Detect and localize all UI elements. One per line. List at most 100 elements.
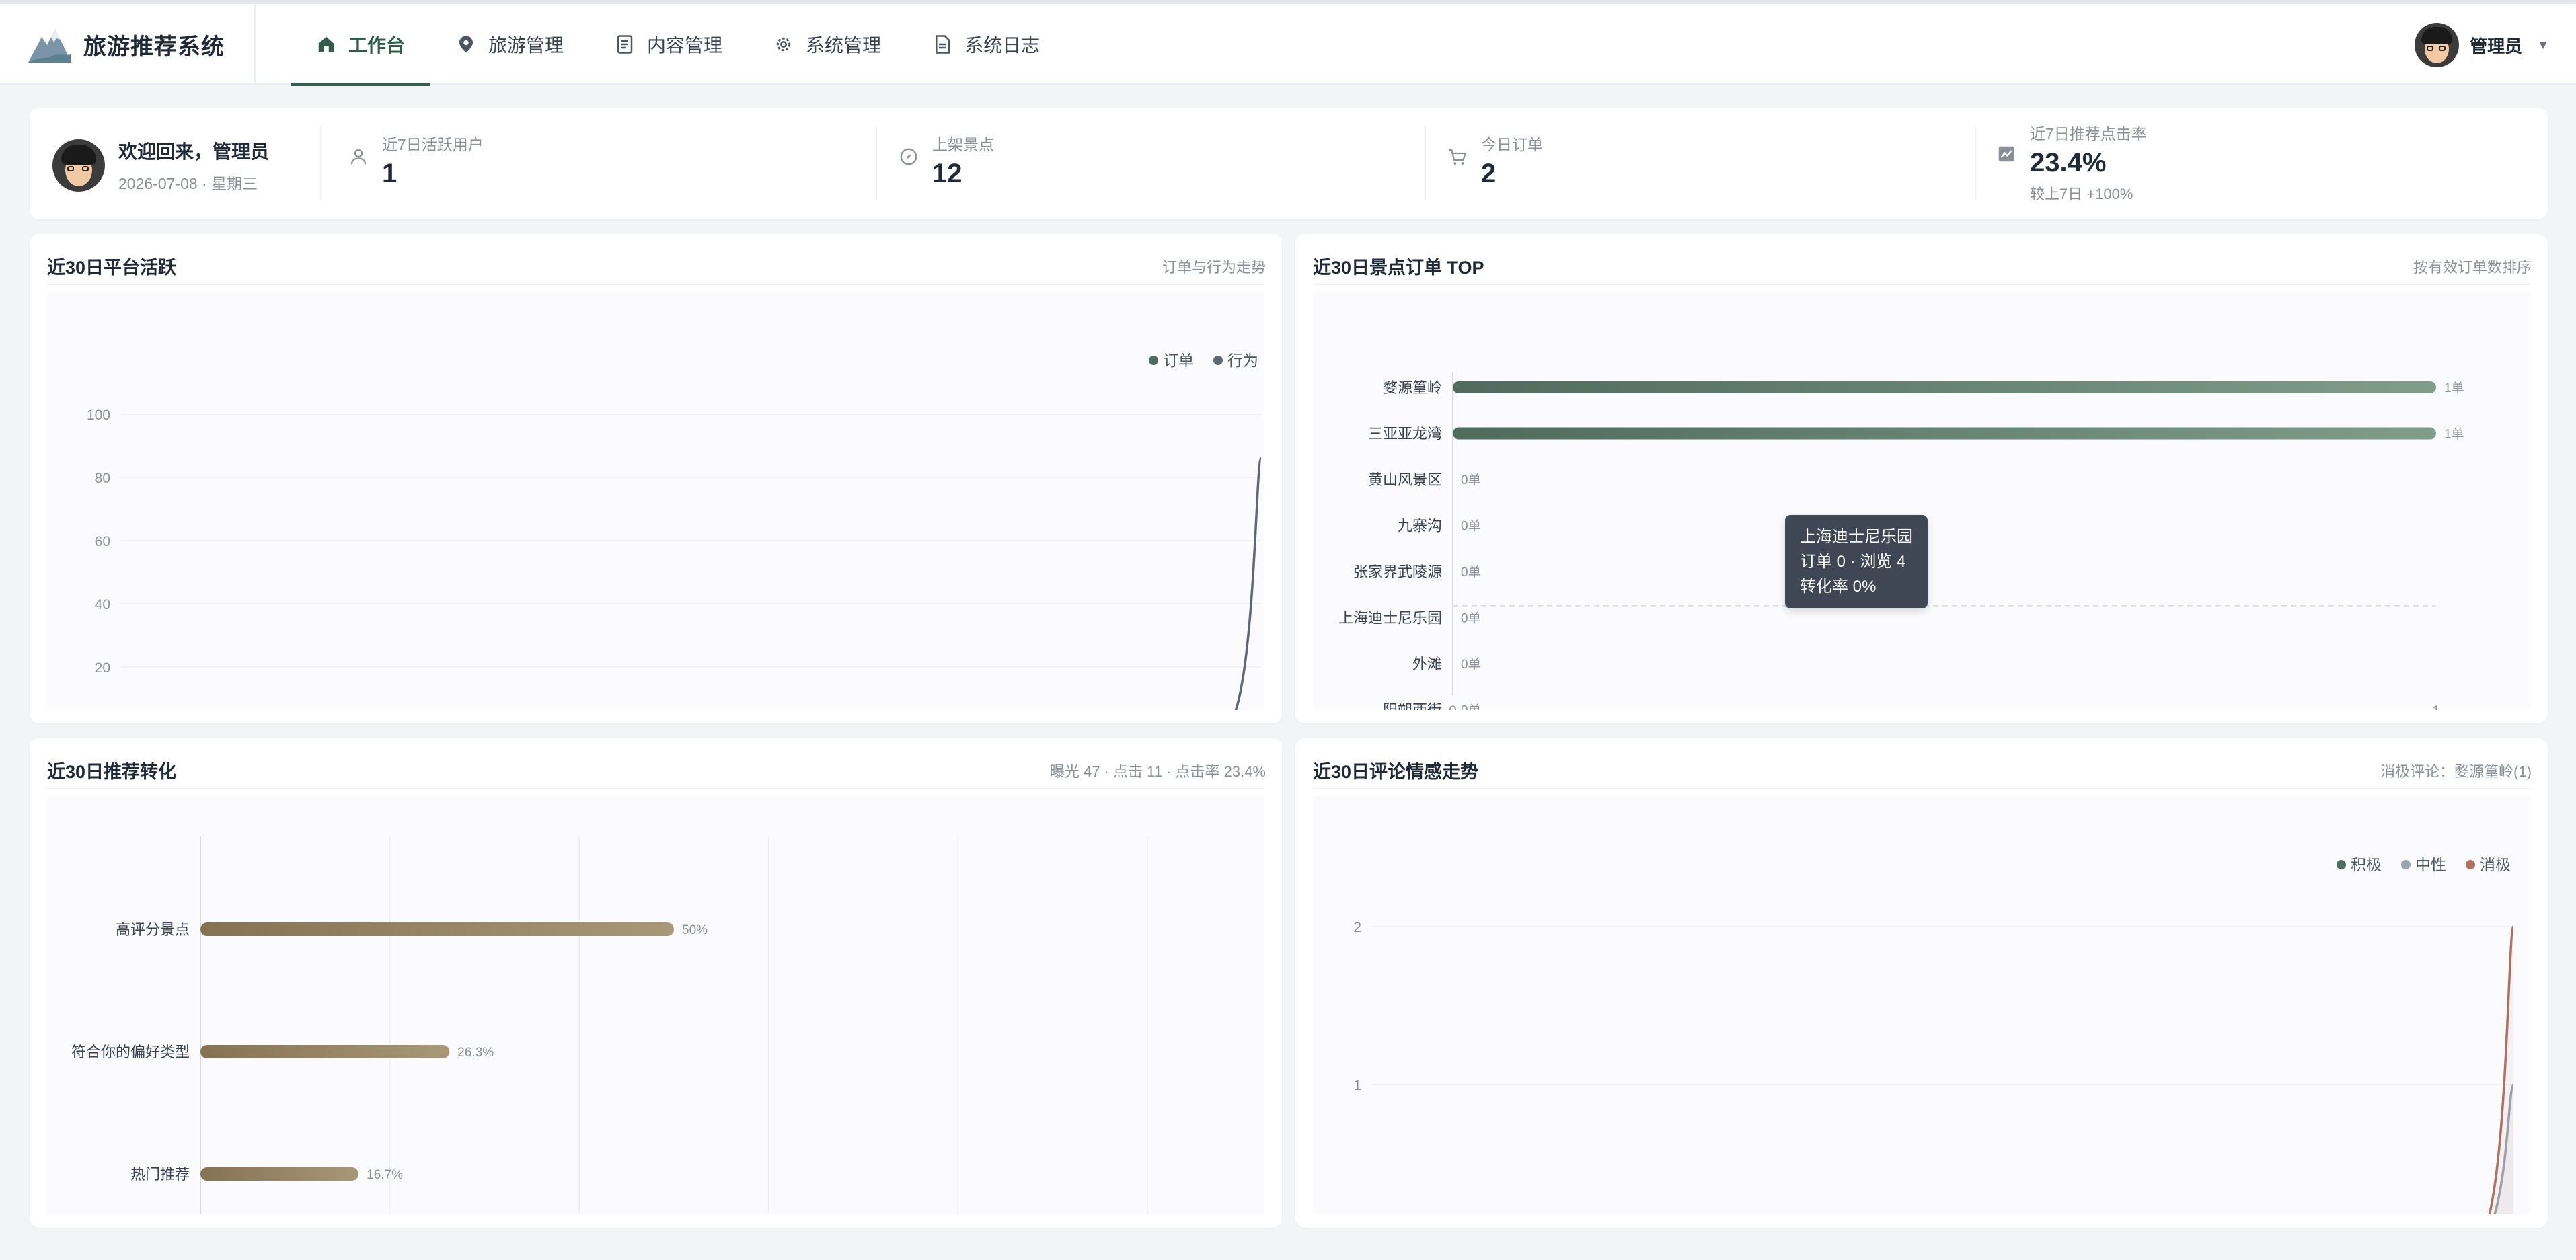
bar [200,922,674,936]
nav-item-travel[interactable]: 旅游管理 [430,4,589,85]
main-nav: 工作台 旅游管理 内容管理 系统管理 系统日志 [291,4,1065,86]
category-label: 外滩 [1412,656,1442,672]
welcome-date: 2026-07-08 · 星期三 [118,175,258,192]
category-label: 热门推荐 [130,1166,190,1183]
plot-background [47,292,1264,710]
top-spots-bar-chart: 01婺源篁岭1单三亚亚龙湾1单黄山风景区0单九寨沟0单张家界武陵源0单上海迪士尼… [1313,292,2530,710]
panel-title: 近30日平台活跃 [47,258,177,278]
stat-value: 1 [382,159,397,188]
log-file-icon [936,35,950,54]
y-tick-label: 100 [87,407,110,423]
nav-label: 旅游管理 [488,35,564,56]
panel-conversion: 近30日推荐转化 曝光 47 · 点击 11 · 点击率 23.4% 0%20%… [30,738,1282,1228]
nav-item-system[interactable]: 系统管理 [748,4,907,85]
category-label: 张家界武陵源 [1353,563,1442,580]
panel-title: 近30日推荐转化 [47,762,177,782]
top-navbar: 旅游推荐系统 工作台 旅游管理 内容管理 系统管理 系统日志 管理员 ▼ [0,0,2576,86]
stat-label: 今日订单 [1481,136,1543,153]
value-label: 50% [682,923,708,937]
legend-label: 消极 [2480,856,2511,873]
nav-label: 内容管理 [647,35,723,56]
welcome-block: 欢迎回来，管理员 2026-07-08 · 星期三 [52,137,269,194]
stat-label: 近7日推荐点击率 [2030,125,2147,143]
legend-swatch [1213,356,1223,365]
stat-ctr: 近7日推荐点击率 23.4% 较上7日 +100% [1996,121,2147,204]
panel-note: 曝光 47 · 点击 11 · 点击率 23.4% [1049,763,1266,780]
stat-change: 较上7日 +100% [2030,186,2133,202]
nav-item-dashboard[interactable]: 工作台 [291,4,431,86]
value-label: 0单 [1461,611,1481,626]
value-label: 26.3% [457,1046,494,1060]
app-title: 旅游推荐系统 [83,34,225,60]
panel-top-spots: 近30日景点订单 TOP 按有效订单数排序 01婺源篁岭1单三亚亚龙湾1单黄山风… [1295,234,2548,723]
panel-sentiment: 近30日评论情感走势 消极评论：婺源篁岭(1) 01206-0906-1106-… [1295,738,2548,1228]
activity-line-chart: 02040608010006-0906-1106-1306-1506-1706-… [47,292,1264,710]
stat-active-users: 近7日活跃用户 1 [348,132,484,189]
user-menu[interactable]: 管理员 ▼ [2415,23,2549,67]
stat-label: 上架景点 [932,136,994,153]
user-icon [350,149,367,165]
legend-swatch [2337,860,2346,869]
gear-icon [776,37,791,52]
cart-icon [1449,149,1466,165]
value-label: 0单 [1461,519,1481,534]
bar [200,1167,359,1181]
stat-value: 12 [932,159,962,188]
panel-note: 消极评论：婺源篁岭(1) [2380,763,2532,780]
panel-note: 订单与行为走势 [1162,259,1266,276]
stat-orders: 今日订单 2 [1447,132,1543,189]
stat-value: 2 [1481,159,1497,188]
brand[interactable]: 旅游推荐系统 [27,4,256,85]
compass-icon [900,148,917,165]
legend-label: 行为 [1227,352,1258,369]
user-name: 管理员 [2470,36,2523,56]
legend-swatch [1149,356,1158,365]
plot-background [1313,292,2530,710]
tooltip-line: 转化率 0% [1800,578,1877,596]
y-tick-label: 20 [95,660,110,676]
y-tick-label: 60 [95,534,110,549]
plot-background [47,796,1264,1214]
category-label: 阳朔西街 [1383,702,1442,711]
value-label: 1单 [2444,427,2464,442]
bar [200,1045,450,1058]
category-label: 符合你的偏好类型 [71,1044,190,1060]
avatar [2415,23,2460,67]
category-label: 婺源篁岭 [1383,379,1442,396]
bar [1453,427,2436,440]
tooltip-line: 订单 0 · 浏览 4 [1800,553,1906,571]
panel-title: 近30日评论情感走势 [1313,762,1479,782]
bar [1453,381,2436,393]
chevron-down-icon: ▼ [2537,38,2549,52]
nav-label: 系统日志 [964,35,1040,56]
y-tick-label: 40 [95,597,110,613]
location-pin-icon [459,36,473,53]
value-label: 1单 [2444,381,2464,395]
value-label: 0单 [1461,473,1481,487]
sentiment-area-chart: 01206-0906-1106-1306-1506-1706-1906-2106… [1313,796,2530,1214]
nav-label: 系统管理 [806,35,882,56]
category-label: 黄山风景区 [1368,471,1442,488]
value-label: 0单 [1461,657,1481,672]
plot-background [1313,796,2530,1214]
nav-item-content[interactable]: 内容管理 [589,4,748,85]
category-label: 上海迪士尼乐园 [1338,610,1442,627]
legend-swatch [2401,860,2411,869]
avatar [52,139,105,192]
y-tick-label: 80 [95,471,110,486]
panel-note: 按有效订单数排序 [2413,259,2532,276]
mountain-logo-icon [28,29,71,63]
legend-label: 积极 [2351,856,2382,873]
y-tick-label: 1 [1353,1078,1361,1093]
value-label: 0单 [1461,703,1481,711]
legend-swatch [2466,860,2475,869]
document-list-icon [617,35,633,54]
x-tick-label: 0 [1449,703,1457,710]
category-label: 九寨沟 [1398,518,1442,535]
overview-card: 欢迎回来，管理员 2026-07-08 · 星期三 近7日活跃用户 1 上架景点… [30,108,2548,219]
panel-activity: 近30日平台活跃 订单与行为走势 02040608010006-0906-110… [30,234,1282,723]
x-tick-label: 1 [2432,703,2440,710]
nav-item-logs[interactable]: 系统日志 [907,4,1065,85]
category-label: 三亚亚龙湾 [1368,426,1442,442]
chart-tooltip: 上海迪士尼乐园 订单 0 · 浏览 4 转化率 0% [1785,515,1928,608]
